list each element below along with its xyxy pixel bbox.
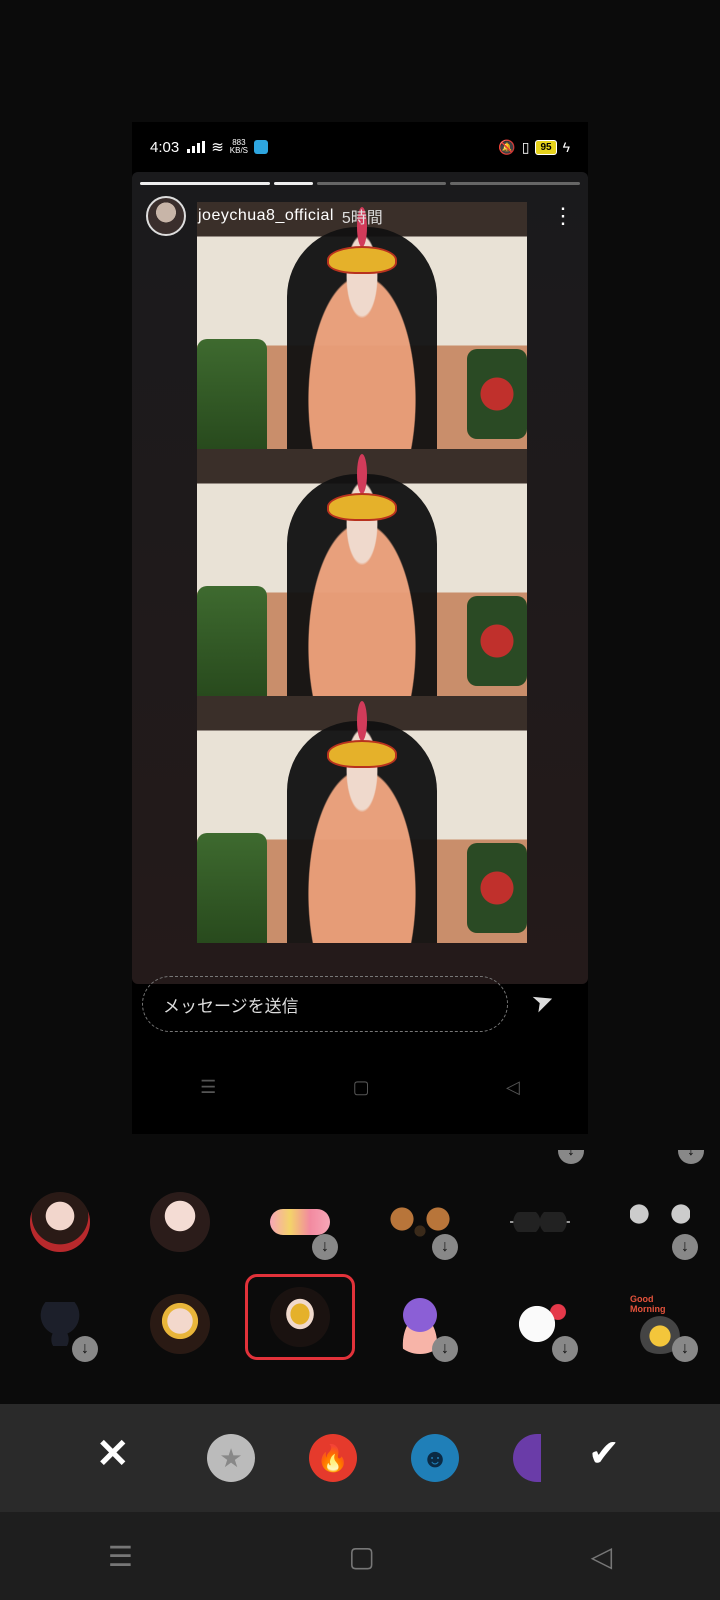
sticker-row-peek: ↓ ↓ [0,1150,720,1170]
confirm-check-icon[interactable]: ✔ [588,1434,620,1474]
star-filter-icon[interactable]: ★ [207,1434,255,1482]
sticker-tray: ↓ ↓ ↓ ↓ ↓ ↓ ↓ ↓ Good Morning ↓ [0,1150,720,1404]
avatar[interactable] [146,196,186,236]
photo-strip [197,202,527,943]
battery-icon: 95 [535,139,557,155]
vibrate-icon: ▯ [521,138,530,155]
purple-filter-icon[interactable] [513,1434,541,1482]
sticker-cat-ears[interactable]: ↓ [610,1178,710,1266]
recent-apps-icon[interactable]: ☰ [108,1540,133,1573]
message-input[interactable]: メッセージを送信 [142,976,508,1032]
masquerade-mask-icon [327,493,397,522]
download-icon[interactable]: ↓ [552,1336,578,1362]
inner-status-bar: 4:03 ≋ 883 KB/S 🔕 ▯ 95 ϟ [132,122,588,172]
send-icon[interactable]: ➤ [527,983,558,1020]
sticker-puppy-ears[interactable]: ↓ [370,1178,470,1266]
sticker-flower-crown[interactable]: ↓ [250,1178,350,1266]
photo-frame-3 [197,696,527,943]
download-icon[interactable]: ↓ [558,1150,584,1164]
download-icon[interactable]: ↓ [432,1234,458,1260]
more-options-icon[interactable]: ⋮ [552,205,574,227]
sticker-purple-monster-egg[interactable]: ↓ [370,1280,470,1368]
download-icon[interactable]: ↓ [432,1336,458,1362]
system-nav-bar: ☰ ▢ ◁ [0,1512,720,1600]
signal-icon [187,141,206,153]
download-icon[interactable]: ↓ [672,1234,698,1260]
back-icon: ◁ [505,1076,520,1097]
download-icon[interactable]: ↓ [312,1234,338,1260]
sticker-girl-purple-hair[interactable] [130,1178,230,1266]
flame-filter-icon[interactable]: 🔥 [309,1434,357,1482]
photo-frame-2 [197,449,527,696]
story-card: joeychua8_official 5時間 ⋮ [132,172,588,984]
close-icon[interactable]: ✕ [96,1434,130,1474]
masquerade-mask-icon [327,246,397,275]
mute-icon: 🔕 [498,138,516,155]
story-username[interactable]: joeychua8_official [198,207,334,225]
sticker-white-bunny-heart[interactable]: ↓ [490,1280,590,1368]
story-progress [140,182,581,185]
story-preview: 4:03 ≋ 883 KB/S 🔕 ▯ 95 ϟ joeychua8_offici… [132,122,588,1134]
sticker-good-morning-frypan[interactable]: Good Morning ↓ [610,1280,710,1368]
inner-nav-bar: ☰ ▢ ◁ [132,1067,588,1107]
sticker-princess-gold-crown[interactable] [10,1178,110,1266]
telegram-icon [254,140,269,154]
download-icon[interactable]: ↓ [72,1336,98,1362]
filter-bar: ✕ ★ 🔥 ☻ ✔ [0,1404,720,1512]
sticker-masquerade-mask-feather[interactable] [245,1274,355,1360]
home-icon: ▢ [352,1076,370,1097]
sticker-sunglasses[interactable] [490,1178,590,1266]
download-icon[interactable]: ↓ [678,1150,704,1164]
sticker-black-hat-bowtie[interactable]: ↓ [10,1280,110,1368]
charging-icon: ϟ [562,139,570,155]
photo-frame-1 [197,202,527,449]
home-button-icon[interactable]: ▢ [349,1540,375,1573]
status-time: 4:03 [150,138,180,156]
wifi-icon: ≋ [211,139,224,156]
story-header: joeychua8_official 5時間 ⋮ [146,194,574,238]
masquerade-mask-icon [327,740,397,769]
sticker-veil-princess[interactable] [130,1280,230,1368]
story-time: 5時間 [341,210,383,227]
back-button-icon[interactable]: ◁ [591,1540,613,1573]
net-speed: 883 KB/S [229,138,249,155]
download-icon[interactable]: ↓ [672,1336,698,1362]
blue-face-filter-icon[interactable]: ☻ [411,1434,459,1482]
menu-icon: ☰ [200,1076,217,1097]
